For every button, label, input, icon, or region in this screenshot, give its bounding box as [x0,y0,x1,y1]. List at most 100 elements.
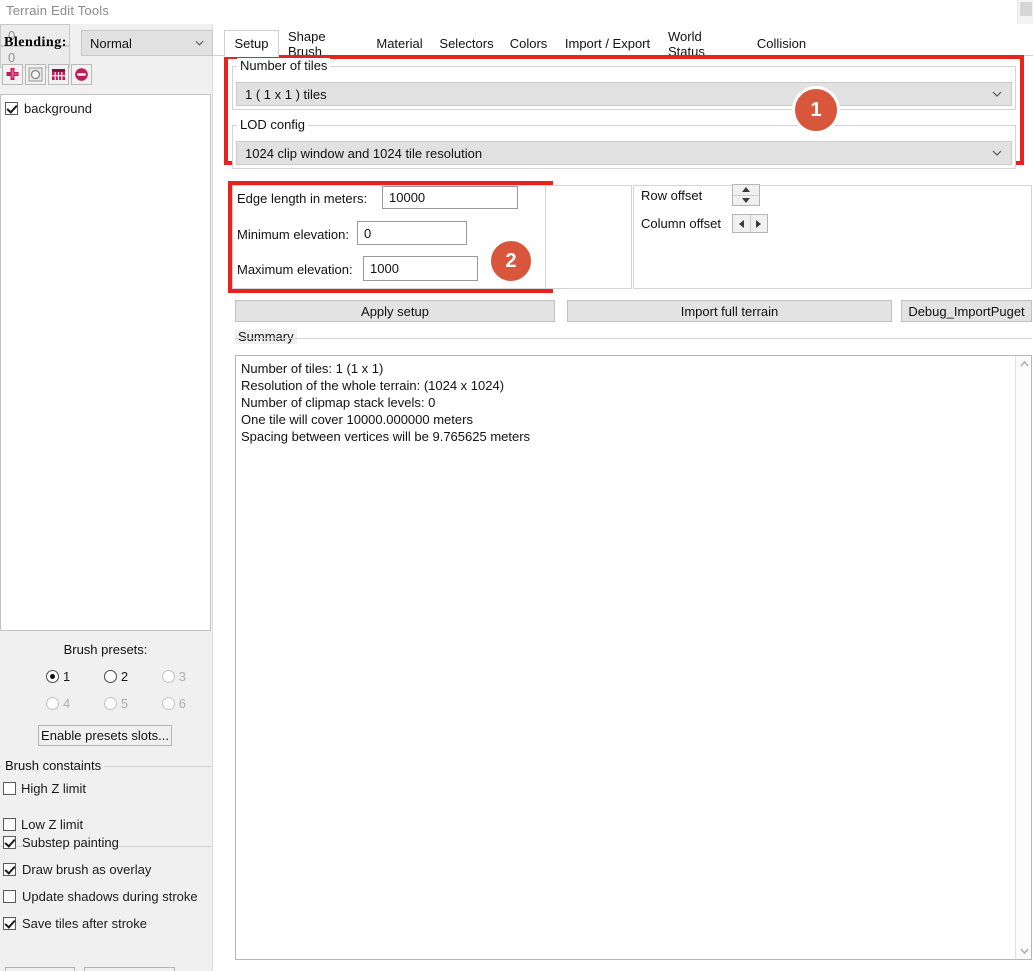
tab-setup[interactable]: Setup [224,30,279,57]
substep-painting-label: Substep painting [22,835,119,850]
tab-import-export[interactable]: Import / Export [555,31,659,56]
high-z-limit-checkbox[interactable] [3,782,16,795]
debug-import-puget-button[interactable]: Debug_ImportPuget [901,300,1032,322]
brush-preset-5: 5 [103,696,128,711]
brush-preset-6: 6 [161,696,186,711]
row-offset-up-button[interactable] [733,185,759,196]
brush-presets-title: Brush presets: [63,642,148,657]
blending-mode-select[interactable]: Normal [81,30,213,56]
circle-icon [28,67,43,82]
blending-mode-value: Normal [90,35,132,51]
save-tiles-after-stroke-row[interactable]: Save tiles after stroke [3,916,147,931]
blending-row: Blending: Normal [2,30,213,56]
radio-icon [161,670,175,683]
update-shadows-checkbox[interactable] [3,890,16,903]
save-tiles-after-stroke-label: Save tiles after stroke [22,916,147,931]
edge-length-input[interactable]: 10000 [382,186,518,209]
row-offset-stepper[interactable] [732,184,760,206]
row-offset-down-button[interactable] [733,196,759,206]
radio-icon [161,697,175,710]
tab-world-status[interactable]: World Status [659,29,747,59]
brush-preset-3-label: 3 [178,669,186,684]
brush-preset-1[interactable]: 1 [46,669,70,684]
remove-layer-button[interactable] [71,64,92,85]
main-content: Setup Shape Brush Material Selectors Col… [213,24,1033,971]
tab-colors[interactable]: Colors [501,31,555,56]
save-tiles-button[interactable]: Save tiles [5,967,75,971]
low-z-limit-row: Low Z limit [3,817,83,832]
summary-textarea[interactable]: Number of tiles: 1 (1 x 1) Resolution of… [235,355,1032,960]
tab-collision[interactable]: Collision [747,31,815,56]
brush-preset-4-label: 4 [63,696,71,711]
summary-text: Number of tiles: 1 (1 x 1) Resolution of… [241,361,531,444]
lod-config-select[interactable]: 1024 clip window and 1024 tile resolutio… [236,141,1012,165]
add-layer-button[interactable] [2,64,23,85]
caret-left-icon [738,219,744,228]
caret-down-icon [742,197,750,203]
scroll-down-icon[interactable] [1016,943,1031,959]
brush-preset-2-label: 2 [120,669,129,684]
draw-brush-overlay-row[interactable]: Draw brush as overlay [3,862,151,877]
minus-icon [75,68,88,81]
enable-presets-slots-button[interactable]: Enable presets slots... [38,725,172,746]
column-offset-left-button[interactable] [733,215,751,232]
brush-presets-row-2: 4 5 6 [46,696,186,711]
window-scrollbar[interactable] [1017,0,1033,24]
scroll-up-icon[interactable] [1016,356,1031,372]
min-elevation-input[interactable]: 0 [357,221,467,245]
chevron-down-icon [195,40,204,46]
radio-icon[interactable] [46,670,59,683]
brush-preset-4: 4 [46,696,70,711]
max-elevation-input[interactable]: 1000 [363,256,478,281]
column-offset-label: Column offset [641,216,721,231]
brush-preset-3: 3 [161,669,186,684]
update-shadows-row[interactable]: Update shadows during stroke [3,889,198,904]
number-of-tiles-label: Number of tiles [237,58,331,73]
low-z-limit-checkbox[interactable] [3,818,16,831]
chevron-down-icon [992,150,1002,156]
update-shadows-label: Update shadows during stroke [22,889,198,904]
layer-toolbar [2,64,207,88]
layer-list[interactable]: background [0,94,211,631]
column-offset-right-button[interactable] [751,215,768,232]
grid-button[interactable] [48,64,69,85]
radio-icon [103,697,117,710]
brush-preset-2[interactable]: 2 [103,669,129,684]
substep-painting-checkbox[interactable] [3,836,16,849]
lod-config-value: 1024 clip window and 1024 tile resolutio… [245,145,483,161]
high-z-limit-row: High Z limit [3,781,86,796]
high-z-limit-label: High Z limit [21,781,87,796]
column-offset-stepper[interactable] [732,214,768,233]
summary-divider [235,338,1032,339]
summary-scrollbar[interactable] [1015,356,1031,959]
min-elevation-label: Minimum elevation: [237,227,349,242]
brush-constraints-title: Brush constaints [2,758,105,773]
grid-icon [52,69,65,80]
substep-painting-row[interactable]: Substep painting [3,835,119,850]
brush-presets-row-1: 1 2 3 [46,669,186,684]
caret-right-icon [756,219,762,228]
max-elevation-label: Maximum elevation: [237,262,353,277]
list-item[interactable]: background [5,101,92,116]
window-scrollbar-thumb[interactable] [1020,2,1032,16]
apply-setup-button[interactable]: Apply setup [235,300,555,322]
select-all-tiles-button[interactable]: Select all tiles [84,967,175,971]
save-tiles-after-stroke-checkbox[interactable] [3,917,16,930]
layer-visibility-checkbox[interactable] [5,102,18,115]
circle-select-button[interactable] [25,64,46,85]
window-title: Terrain Edit Tools [6,3,110,18]
tab-bar: Setup Shape Brush Material Selectors Col… [213,29,1033,59]
draw-brush-overlay-label: Draw brush as overlay [22,862,152,877]
radio-icon[interactable] [103,670,117,683]
annotation-badge-2: 2 [488,238,534,284]
app-window: Terrain Edit Tools Blending: Normal back… [0,0,1033,971]
draw-brush-overlay-checkbox[interactable] [3,863,16,876]
number-of-tiles-select[interactable]: 1 ( 1 x 1 ) tiles [236,82,1012,106]
summary-label: Summary [235,329,297,344]
tab-material[interactable]: Material [367,31,431,56]
tab-selectors[interactable]: Selectors [431,31,501,56]
import-full-terrain-button[interactable]: Import full terrain [567,300,892,322]
chevron-down-icon [992,91,1002,97]
lod-config-label: LOD config [237,117,309,132]
tab-shape-brush[interactable]: Shape Brush [279,29,367,59]
